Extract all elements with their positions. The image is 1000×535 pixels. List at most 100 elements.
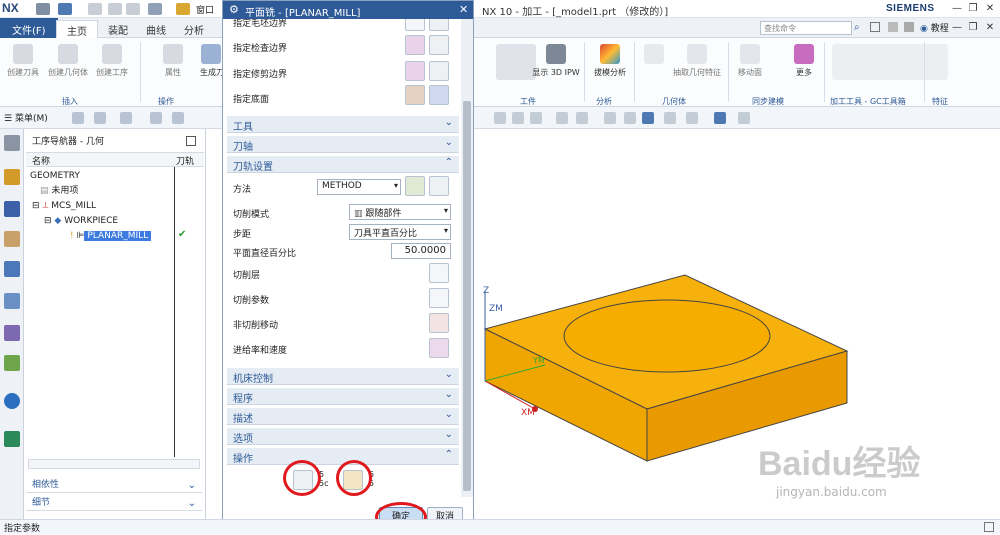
- wrench-icon[interactable]: [429, 176, 449, 196]
- tree-item-geometry[interactable]: GEOMETRY: [24, 169, 204, 184]
- view-icon[interactable]: [870, 22, 880, 32]
- tree-item-planar-mill[interactable]: ! ⊫ PLANAR_MILL: [24, 229, 204, 244]
- program-section[interactable]: 程序 ⌄: [227, 388, 459, 405]
- snap-icon[interactable]: [512, 112, 524, 124]
- save-icon[interactable]: [36, 3, 50, 15]
- tree-item-unused[interactable]: ▤ 未用项: [24, 184, 204, 199]
- filter-icon[interactable]: [72, 112, 84, 124]
- restore-icon[interactable]: ❐: [966, 2, 980, 15]
- tab-file[interactable]: 文件(F): [0, 18, 58, 38]
- palette-icon[interactable]: [4, 431, 20, 447]
- view-orient-icon[interactable]: [624, 112, 636, 124]
- column-toolpath[interactable]: 刀轨: [176, 154, 194, 167]
- window-menu[interactable]: 窗口: [196, 3, 214, 16]
- tutorial-link[interactable]: ◉ 教程: [920, 21, 949, 34]
- settings-icon[interactable]: [888, 22, 898, 32]
- details-section[interactable]: 细节 ⌄: [26, 495, 202, 511]
- tab-curve[interactable]: 曲线: [136, 20, 176, 38]
- blank-boundary-button[interactable]: [405, 19, 425, 31]
- tab-assembly[interactable]: 装配: [98, 20, 138, 38]
- filter-icon[interactable]: [120, 112, 132, 124]
- view-orient-icon[interactable]: [556, 112, 568, 124]
- fit-icon[interactable]: [664, 112, 676, 124]
- undo-icon[interactable]: [58, 3, 72, 15]
- cutting-parameters-button[interactable]: [429, 288, 449, 308]
- render-style-icon[interactable]: [686, 112, 698, 124]
- check-boundary-button[interactable]: [405, 35, 425, 55]
- touch-mode-icon[interactable]: [176, 3, 190, 15]
- command-search-input[interactable]: 查找命令: [760, 21, 852, 35]
- search-icon[interactable]: ⌕: [854, 22, 860, 33]
- view-icon[interactable]: [738, 112, 750, 124]
- paste-icon[interactable]: [126, 3, 140, 15]
- move-face-button[interactable]: 移动面: [736, 44, 764, 78]
- minimize-icon[interactable]: —: [950, 2, 964, 15]
- more-button[interactable]: 更多: [792, 44, 816, 78]
- feeds-speeds-button[interactable]: [429, 338, 449, 358]
- close-icon[interactable]: ✕: [459, 3, 468, 16]
- percent-diameter-input[interactable]: 50.0000: [391, 243, 451, 259]
- doc-minimize-icon[interactable]: —: [950, 21, 964, 34]
- tab-home[interactable]: 主页: [56, 20, 98, 38]
- reuse-library-icon[interactable]: [4, 325, 20, 341]
- description-section[interactable]: 描述 ⌄: [227, 408, 459, 425]
- menu-button[interactable]: ☰ 菜单(M): [4, 111, 48, 124]
- flashlight-icon[interactable]: [429, 35, 449, 55]
- tab-analysis[interactable]: 分析: [174, 20, 214, 38]
- properties-button[interactable]: 属性: [160, 44, 186, 78]
- create-tool-button[interactable]: 创建刀具: [6, 44, 40, 78]
- view-orient-icon[interactable]: [604, 112, 616, 124]
- method-select[interactable]: METHOD ▾: [317, 179, 401, 195]
- view-orient-icon[interactable]: [576, 112, 588, 124]
- stepover-select[interactable]: 刀具平直百分比 ▾: [349, 224, 451, 240]
- collapse-icon[interactable]: ⊟: [32, 201, 42, 211]
- wcs-icon[interactable]: [714, 112, 726, 124]
- tree-item-workpiece[interactable]: ⊟ ◆ WORKPIECE: [24, 214, 204, 229]
- edit-method-button[interactable]: [405, 176, 425, 196]
- flashlight-icon[interactable]: [429, 19, 449, 31]
- machine-control-section[interactable]: 机床控制 ⌄: [227, 368, 459, 385]
- dialog-scroll-thumb[interactable]: [463, 101, 471, 491]
- machine-tool-navigator-icon[interactable]: [4, 293, 20, 309]
- flashlight-icon[interactable]: [429, 61, 449, 81]
- generate-toolpath-button[interactable]: 生成刀: [200, 44, 224, 78]
- operation-navigator-icon[interactable]: [4, 261, 20, 277]
- show-3d-ipw-button[interactable]: 显示 3D IPW: [532, 44, 580, 78]
- column-name[interactable]: 名称: [32, 154, 50, 167]
- maximize-panel-icon[interactable]: [186, 136, 196, 146]
- refresh-icon[interactable]: [642, 112, 654, 124]
- tree-item-mcs-mill[interactable]: ⊟ ⟂ MCS_MILL: [24, 199, 204, 214]
- status-toggle-icon[interactable]: [984, 522, 994, 532]
- snap-icon[interactable]: [530, 112, 542, 124]
- part-navigator-icon[interactable]: [4, 231, 20, 247]
- flashlight-icon[interactable]: [429, 85, 449, 105]
- options-section[interactable]: 选项 ⌄: [227, 428, 459, 445]
- create-operation-button[interactable]: 创建工序: [94, 44, 130, 78]
- dependencies-section[interactable]: 相依性 ⌄: [26, 477, 202, 493]
- path-settings-section[interactable]: 刀轨设置 ⌃: [227, 156, 459, 173]
- repeat-command-icon[interactable]: [148, 3, 162, 15]
- doc-restore-icon[interactable]: ❐: [966, 21, 980, 34]
- assembly-navigator-icon[interactable]: [4, 169, 20, 185]
- layout-icon[interactable]: [904, 22, 914, 32]
- close-icon[interactable]: ✕: [983, 2, 997, 15]
- tool-section[interactable]: 工具 ⌄: [227, 116, 459, 133]
- draft-analysis-button[interactable]: 拔模分析: [592, 44, 628, 78]
- snap-icon[interactable]: [494, 112, 506, 124]
- gc-toolbox-icons[interactable]: [830, 44, 950, 84]
- filter-icon[interactable]: [150, 112, 162, 124]
- floor-button[interactable]: [405, 85, 425, 105]
- doc-close-icon[interactable]: ✕: [983, 21, 997, 34]
- collapse-icon[interactable]: ⊟: [44, 216, 54, 226]
- constraint-navigator-icon[interactable]: [4, 201, 20, 217]
- filter-icon[interactable]: [94, 112, 106, 124]
- filter-icon[interactable]: [172, 112, 184, 124]
- create-geometry-button[interactable]: 创建几何体: [44, 44, 92, 78]
- web-browser-icon[interactable]: [4, 393, 20, 409]
- history-icon[interactable]: [4, 355, 20, 371]
- cut-icon[interactable]: [88, 3, 102, 15]
- navigator-hscrollbar[interactable]: [28, 459, 200, 469]
- copy-icon[interactable]: [108, 3, 122, 15]
- gear-icon[interactable]: ⚙: [229, 3, 239, 16]
- point-button[interactable]: [642, 44, 666, 67]
